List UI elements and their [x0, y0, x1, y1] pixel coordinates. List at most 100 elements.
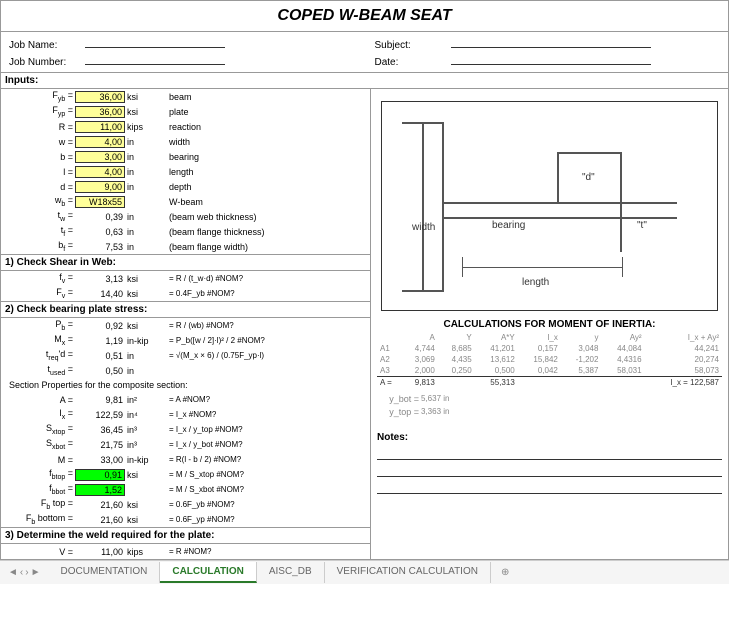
- tab-verification-calculation[interactable]: VERIFICATION CALCULATION: [325, 562, 491, 583]
- param-label: wb =: [5, 195, 75, 208]
- param-label: l =: [5, 167, 75, 177]
- ybot-val: 5,637 in: [421, 394, 449, 403]
- ytop-val: 3,363 in: [421, 407, 449, 416]
- param-unit: ksi: [125, 470, 165, 480]
- param-label: tf =: [5, 225, 75, 238]
- param-label: M =: [5, 455, 75, 465]
- param-label: Fyb =: [5, 90, 75, 103]
- param-unit: kips: [125, 122, 165, 132]
- field-subject[interactable]: [451, 36, 651, 48]
- param-unit: in: [125, 167, 165, 177]
- param-unit: ksi: [125, 321, 165, 331]
- param-formula: = I_x / y_bot #NOM?: [165, 440, 366, 449]
- param-value: 9,81: [75, 395, 125, 405]
- param-desc: bearing: [165, 152, 199, 162]
- param-label: tused =: [5, 364, 75, 377]
- param-formula: = M / S_xbot #NOM?: [165, 485, 366, 494]
- label-jobnumber: Job Number:: [9, 57, 79, 68]
- param-value: 122,59: [75, 410, 125, 420]
- param-unit: in: [125, 366, 165, 376]
- label-subject: Subject:: [375, 40, 445, 51]
- param-value[interactable]: 4,00: [75, 166, 125, 178]
- table-header: I_x + Ay²: [645, 332, 722, 343]
- param-value[interactable]: 9,00: [75, 181, 125, 193]
- param-unit: in³: [125, 440, 165, 450]
- section-props-label: Section Properties for the composite sec…: [5, 380, 188, 390]
- param-label: Fb top =: [5, 498, 75, 511]
- param-unit: in: [125, 137, 165, 147]
- param-desc: (beam flange thickness): [165, 227, 265, 237]
- param-value[interactable]: 3,00: [75, 151, 125, 163]
- ytop-label: y_top =: [381, 407, 421, 417]
- note-line[interactable]: [377, 480, 722, 494]
- param-value: 1,19: [75, 336, 125, 346]
- param-formula: = P_b([w / 2]·l)² / 2 #NOM?: [165, 336, 366, 345]
- param-unit: ksi: [125, 92, 165, 102]
- tab-last-icon[interactable]: ►: [31, 567, 41, 578]
- param-desc: reaction: [165, 122, 201, 132]
- param-formula: = 0.6F_yp #NOM?: [165, 515, 366, 524]
- ybot-label: y_bot =: [381, 394, 421, 404]
- param-desc: width: [165, 137, 190, 147]
- param-unit: ksi: [125, 107, 165, 117]
- section-weld: 3) Determine the weld required for the p…: [1, 527, 370, 544]
- table-header: y: [561, 332, 602, 343]
- param-value: 0,39: [75, 212, 125, 222]
- param-unit: ksi: [125, 500, 165, 510]
- param-formula: = 0.4F_yb #NOM?: [165, 289, 366, 298]
- param-unit: in-kip: [125, 336, 165, 346]
- param-value: 0,50: [75, 366, 125, 376]
- param-value: 36,45: [75, 425, 125, 435]
- param-value[interactable]: 4,00: [75, 136, 125, 148]
- param-unit: in: [125, 152, 165, 162]
- param-value: 3,13: [75, 274, 125, 284]
- param-desc: beam: [165, 92, 192, 102]
- param-unit: in²: [125, 395, 165, 405]
- param-unit: kips: [125, 547, 165, 557]
- tab-aisc_db[interactable]: AISC_DB: [257, 562, 325, 583]
- note-line[interactable]: [377, 446, 722, 460]
- field-jobnumber[interactable]: [85, 53, 225, 65]
- param-value[interactable]: 36,00: [75, 106, 125, 118]
- param-value: 21,60: [75, 500, 125, 510]
- param-value[interactable]: W18x55: [75, 196, 125, 208]
- field-date[interactable]: [451, 53, 651, 65]
- table-header: [377, 332, 401, 343]
- param-value: 0,92: [75, 321, 125, 331]
- param-desc: (beam flange width): [165, 242, 248, 252]
- table-header: A: [401, 332, 438, 343]
- tab-next-icon[interactable]: ›: [25, 567, 28, 578]
- param-value[interactable]: 1,52: [75, 484, 125, 496]
- param-label: b =: [5, 152, 75, 162]
- param-formula: = R(l - b / 2) #NOM?: [165, 455, 366, 464]
- field-jobname[interactable]: [85, 36, 225, 48]
- param-value[interactable]: 11,00: [75, 121, 125, 133]
- param-unit: in: [125, 227, 165, 237]
- param-unit: in⁴: [125, 410, 165, 420]
- param-value[interactable]: 0,91: [75, 469, 125, 481]
- param-label: R =: [5, 122, 75, 132]
- param-label: Fv =: [5, 287, 75, 300]
- param-value[interactable]: 36,00: [75, 91, 125, 103]
- param-formula: = 0.6F_yb #NOM?: [165, 500, 366, 509]
- tab-documentation[interactable]: DOCUMENTATION: [49, 562, 161, 583]
- note-line[interactable]: [377, 463, 722, 477]
- tab-calculation[interactable]: CALCULATION: [160, 562, 256, 583]
- param-label: Mx =: [5, 334, 75, 347]
- tab-add-icon[interactable]: ⊕: [491, 567, 519, 578]
- param-label: Sxtop =: [5, 423, 75, 436]
- param-label: fbbot =: [5, 483, 75, 496]
- table-row: A32,0000,2500,5000,0425,38758,03158,073: [377, 365, 722, 377]
- param-value: 14,40: [75, 289, 125, 299]
- param-formula: = I_x #NOM?: [165, 410, 366, 419]
- label-jobname: Job Name:: [9, 40, 79, 51]
- param-value: 11,00: [75, 547, 125, 557]
- param-formula: = M / S_xtop #NOM?: [165, 470, 366, 479]
- param-unit: in: [125, 182, 165, 192]
- tab-prev-icon[interactable]: ‹: [20, 567, 23, 578]
- tab-first-icon[interactable]: ◄: [8, 567, 18, 578]
- section-shear: 1) Check Shear in Web:: [1, 254, 370, 271]
- param-unit: in: [125, 351, 165, 361]
- param-unit: in: [125, 212, 165, 222]
- param-label: d =: [5, 182, 75, 192]
